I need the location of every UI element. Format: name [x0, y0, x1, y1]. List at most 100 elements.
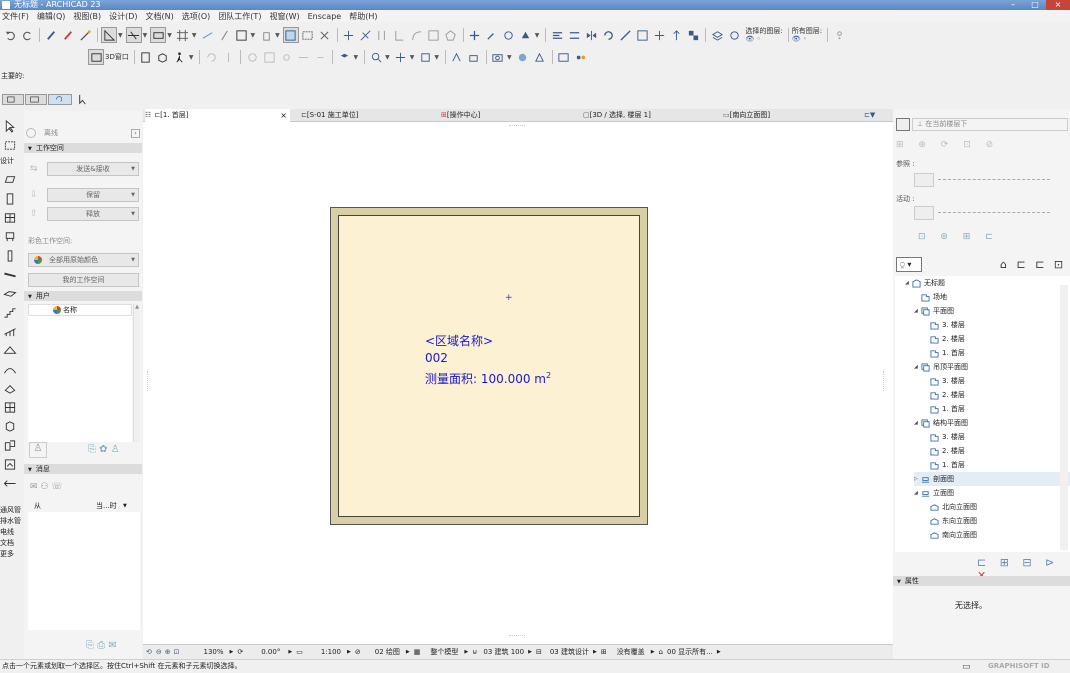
floor-plan-icon[interactable]	[138, 49, 154, 65]
navigator-scrollbar[interactable]	[1060, 285, 1068, 550]
elevation-icon[interactable]	[466, 49, 482, 65]
rotate-info-icon[interactable]	[48, 93, 72, 105]
line-icon[interactable]	[200, 27, 216, 43]
color-workspace-select[interactable]: 全部用原始颜色 ▼	[28, 253, 139, 267]
object-tool-icon[interactable]	[0, 227, 20, 246]
resize-icon[interactable]	[634, 27, 650, 43]
eyedropper-icon[interactable]	[484, 27, 500, 43]
distribute-icon[interactable]	[566, 27, 582, 43]
3d-style-icon[interactable]	[336, 49, 352, 65]
chevron-right-icon[interactable]: ▶	[528, 649, 532, 655]
pet-palette-icon[interactable]	[573, 49, 589, 65]
zoom-previous-icon[interactable]: ⟲	[146, 648, 152, 656]
navigator-item[interactable]: 2. 楼层	[923, 332, 965, 346]
3d-window-label[interactable]: 3D窗口	[105, 53, 129, 61]
arrow-tool-icon[interactable]	[73, 94, 91, 105]
close-button[interactable]: ×	[1046, 0, 1070, 10]
trace-options-icons[interactable]: ⊡ ⊚ ⊞ ⊏	[918, 232, 999, 242]
stretch-icon[interactable]	[617, 27, 633, 43]
fillet-icon[interactable]	[409, 27, 425, 43]
offset-icon[interactable]	[426, 27, 442, 43]
chevron-down-icon[interactable]: ▼	[143, 32, 148, 39]
model-view[interactable]: 整个模型	[430, 647, 458, 657]
publish-icon[interactable]	[532, 49, 548, 65]
toolbox-drainage-label[interactable]: 排水管	[0, 516, 21, 526]
chevron-down-icon[interactable]: ▼	[385, 54, 390, 61]
users-section-header[interactable]: ▼ 用户	[24, 291, 142, 301]
trim-icon[interactable]	[358, 27, 374, 43]
arrow-tool-icon[interactable]	[0, 117, 20, 136]
elevate-icon[interactable]	[668, 27, 684, 43]
curtain-wall-tool-icon[interactable]	[0, 398, 20, 417]
railing-tool-icon[interactable]	[0, 322, 20, 341]
floor-plan-canvas[interactable]: + <区域名称> 002 测量面积: 100.000 m2	[143, 122, 893, 644]
reference-color-swatch[interactable]	[914, 173, 934, 187]
cancel-selection-icon[interactable]	[317, 27, 333, 43]
toolbox-more-label[interactable]: 更多	[0, 549, 14, 559]
chevron-down-icon[interactable]: ▼	[535, 32, 540, 39]
chevron-right-icon[interactable]: ▶	[651, 649, 655, 655]
menu-help[interactable]: 帮助(H)	[349, 11, 377, 22]
sun-icon[interactable]	[278, 49, 294, 65]
menu-window[interactable]: 视窗(W)	[269, 11, 299, 22]
layer-settings-icon[interactable]	[726, 27, 742, 43]
section-icon[interactable]	[449, 49, 465, 65]
zoom-region-icon[interactable]	[261, 49, 277, 65]
navigator-item[interactable]: ◢ 吊顶平面图	[914, 360, 968, 374]
zoom-out-icon[interactable]: ⊖	[156, 648, 162, 656]
properties-header[interactable]: ▼ 属性	[893, 576, 1070, 586]
dimension-standard[interactable]: 03 建筑 100	[483, 647, 524, 657]
expanded-icon[interactable]: ◢	[914, 360, 921, 374]
camera-move-icon[interactable]	[295, 49, 311, 65]
generic-perspective-icon[interactable]	[155, 49, 171, 65]
morph-tool-icon[interactable]	[0, 417, 20, 436]
navigator-item[interactable]: 2. 楼层	[923, 388, 965, 402]
tab-menu-icon[interactable]: ⊏▼	[864, 109, 892, 122]
menu-edit[interactable]: 编辑(Q)	[37, 11, 66, 22]
rotation-angle[interactable]: 0.00°	[261, 648, 280, 656]
explore-icon[interactable]	[220, 49, 236, 65]
bottom-splitter[interactable]	[509, 635, 525, 638]
right-splitter[interactable]	[883, 371, 886, 391]
snap-points-icon[interactable]	[150, 27, 167, 43]
layer-lock-icon[interactable]	[831, 27, 847, 43]
chevron-down-icon[interactable]: ▼	[507, 54, 512, 61]
layout-icon[interactable]	[556, 49, 572, 65]
reserve-button[interactable]: 保留 ▼	[47, 188, 139, 202]
camera-icon[interactable]	[490, 49, 506, 65]
scale-value[interactable]: 1:100	[321, 648, 341, 656]
favorites-icon[interactable]	[2, 93, 24, 105]
intersect-icon[interactable]	[341, 27, 357, 43]
chevron-down-icon[interactable]: ▼	[353, 54, 358, 61]
message-compose-icon[interactable]: ⎘ ⎙ ✉	[86, 640, 117, 651]
active-slider[interactable]	[938, 212, 1050, 213]
render-icon[interactable]	[515, 49, 531, 65]
chevron-right-icon[interactable]: ▶	[347, 649, 351, 655]
collapsed-icon[interactable]: ▷	[914, 472, 921, 486]
pencil-icon[interactable]	[217, 27, 233, 43]
fit-in-window-icon[interactable]: ⊡	[174, 648, 180, 656]
navigator-item[interactable]: ◢ 无标题	[905, 276, 945, 290]
trace-action-icons[interactable]: ⊞ ⊕ ⟳ ⊡ ⊘	[896, 140, 999, 150]
adjust-icon[interactable]	[392, 27, 408, 43]
beam-tool-icon[interactable]	[0, 265, 20, 284]
menu-enscape[interactable]: Enscape	[308, 12, 342, 21]
suspend-groups-icon[interactable]	[501, 27, 517, 43]
pan-icon[interactable]	[393, 49, 409, 65]
tab-operation-center[interactable]: ⊞[操作中心]	[441, 109, 581, 122]
layer-visibility-icon[interactable]: 👁 ◦	[792, 35, 822, 43]
expand-icon[interactable]: ›	[131, 129, 140, 138]
left-splitter[interactable]	[147, 371, 150, 391]
duct-tool-icon[interactable]	[0, 474, 20, 493]
workspace-section-header[interactable]: ▼ 工作空间	[24, 143, 142, 153]
graphisoft-id[interactable]: GRAPHISOFT ID	[988, 660, 1050, 672]
magic-wand-icon[interactable]	[77, 27, 93, 43]
message-actions-icon[interactable]: ✉ ⚇ ☏	[30, 482, 63, 492]
bucket-icon[interactable]	[258, 27, 274, 43]
renovation-filter[interactable]: 00 显示所有...	[667, 647, 713, 657]
inject-parameters-icon[interactable]	[60, 27, 76, 43]
marquee-icon[interactable]	[282, 27, 299, 43]
expanded-icon[interactable]: ◢	[914, 416, 921, 430]
settings-dialog-icon[interactable]	[25, 93, 47, 105]
navigator-item[interactable]: 2. 楼层	[923, 444, 965, 458]
